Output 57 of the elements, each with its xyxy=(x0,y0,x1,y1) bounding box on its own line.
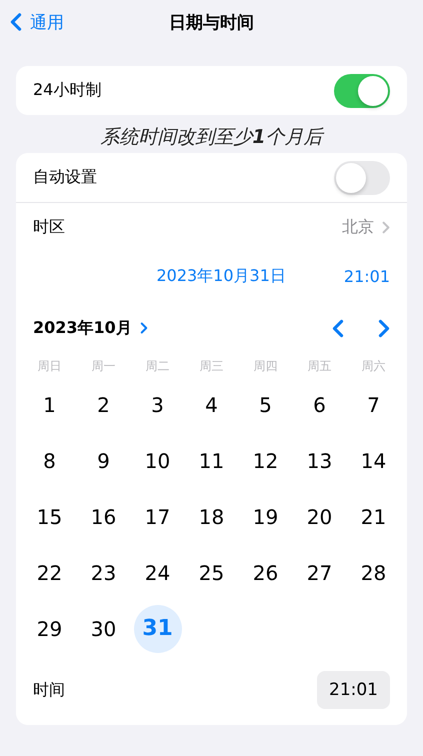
toggle-switch[interactable] xyxy=(334,74,390,108)
calendar-day[interactable]: 13 xyxy=(296,437,344,485)
calendar-day[interactable]: 26 xyxy=(242,549,290,597)
calendar-day[interactable]: 1 xyxy=(26,381,74,429)
setting-label: 24小时制 xyxy=(33,80,102,101)
calendar-day[interactable]: 19 xyxy=(242,493,290,541)
page-title: 日期与时间 xyxy=(169,12,254,34)
caption-text: 系统时间改到至少1个月后 xyxy=(99,125,326,150)
calendar-day[interactable]: 17 xyxy=(134,493,182,541)
weekday-label: 周五 xyxy=(306,358,332,375)
calendar-day[interactable]: 6 xyxy=(296,381,344,429)
next-month-button[interactable] xyxy=(378,318,390,338)
calendar-day[interactable]: 30 xyxy=(80,605,128,653)
setting-label: 自动设置 xyxy=(33,167,97,188)
calendar-day[interactable]: 5 xyxy=(242,381,290,429)
calendar-day[interactable]: 25 xyxy=(188,549,236,597)
calendar-day[interactable]: 18 xyxy=(188,493,236,541)
selected-time: 21:01 xyxy=(344,267,390,286)
calendar-day[interactable]: 28 xyxy=(350,549,398,597)
weekday-label: 周一 xyxy=(90,358,116,375)
calendar-day[interactable]: 3 xyxy=(134,381,182,429)
chevron-right-icon xyxy=(378,318,390,338)
calendar-day[interactable]: 27 xyxy=(296,549,344,597)
chevron-left-icon xyxy=(10,12,22,32)
calendar-day[interactable]: 12 xyxy=(242,437,290,485)
calendar-day[interactable]: 7 xyxy=(350,381,398,429)
chevron-left-icon xyxy=(332,318,344,338)
back-button[interactable]: 通用 xyxy=(0,10,64,34)
calendar-day[interactable]: 11 xyxy=(188,437,236,485)
calendar-day[interactable]: 20 xyxy=(296,493,344,541)
setting-label: 时间 xyxy=(33,680,65,700)
calendar-day[interactable]: 23 xyxy=(80,549,128,597)
chevron-right-icon xyxy=(140,322,148,334)
calendar-day[interactable]: 8 xyxy=(26,437,74,485)
time-button[interactable]: 21:01 xyxy=(317,671,390,709)
weekday-label: 周日 xyxy=(36,358,62,375)
weekday-label: 周四 xyxy=(252,358,278,375)
calendar-day[interactable]: 15 xyxy=(26,493,74,541)
calendar-day[interactable]: 21 xyxy=(350,493,398,541)
calendar-day[interactable]: 16 xyxy=(80,493,128,541)
weekday-label: 周三 xyxy=(198,358,224,375)
calendar-day[interactable]: 4 xyxy=(188,381,236,429)
month-picker-button[interactable]: 2023年10月 xyxy=(33,318,148,338)
calendar-day[interactable]: 10 xyxy=(134,437,182,485)
previous-month-button[interactable] xyxy=(332,318,344,338)
calendar-day[interactable]: 24 xyxy=(134,549,182,597)
calendar-day[interactable]: 2 xyxy=(80,381,128,429)
setting-label: 时区 xyxy=(33,217,65,238)
chevron-right-icon xyxy=(382,221,390,234)
selected-date: 2023年10月31日 xyxy=(156,266,286,287)
calendar-day[interactable]: 22 xyxy=(26,549,74,597)
weekday-label: 周六 xyxy=(360,358,386,375)
weekday-label: 周二 xyxy=(144,358,170,375)
calendar-day[interactable]: 29 xyxy=(26,605,74,653)
calendar-day[interactable]: 14 xyxy=(350,437,398,485)
toggle-switch[interactable] xyxy=(334,160,390,194)
calendar-day[interactable]: 9 xyxy=(80,437,128,485)
